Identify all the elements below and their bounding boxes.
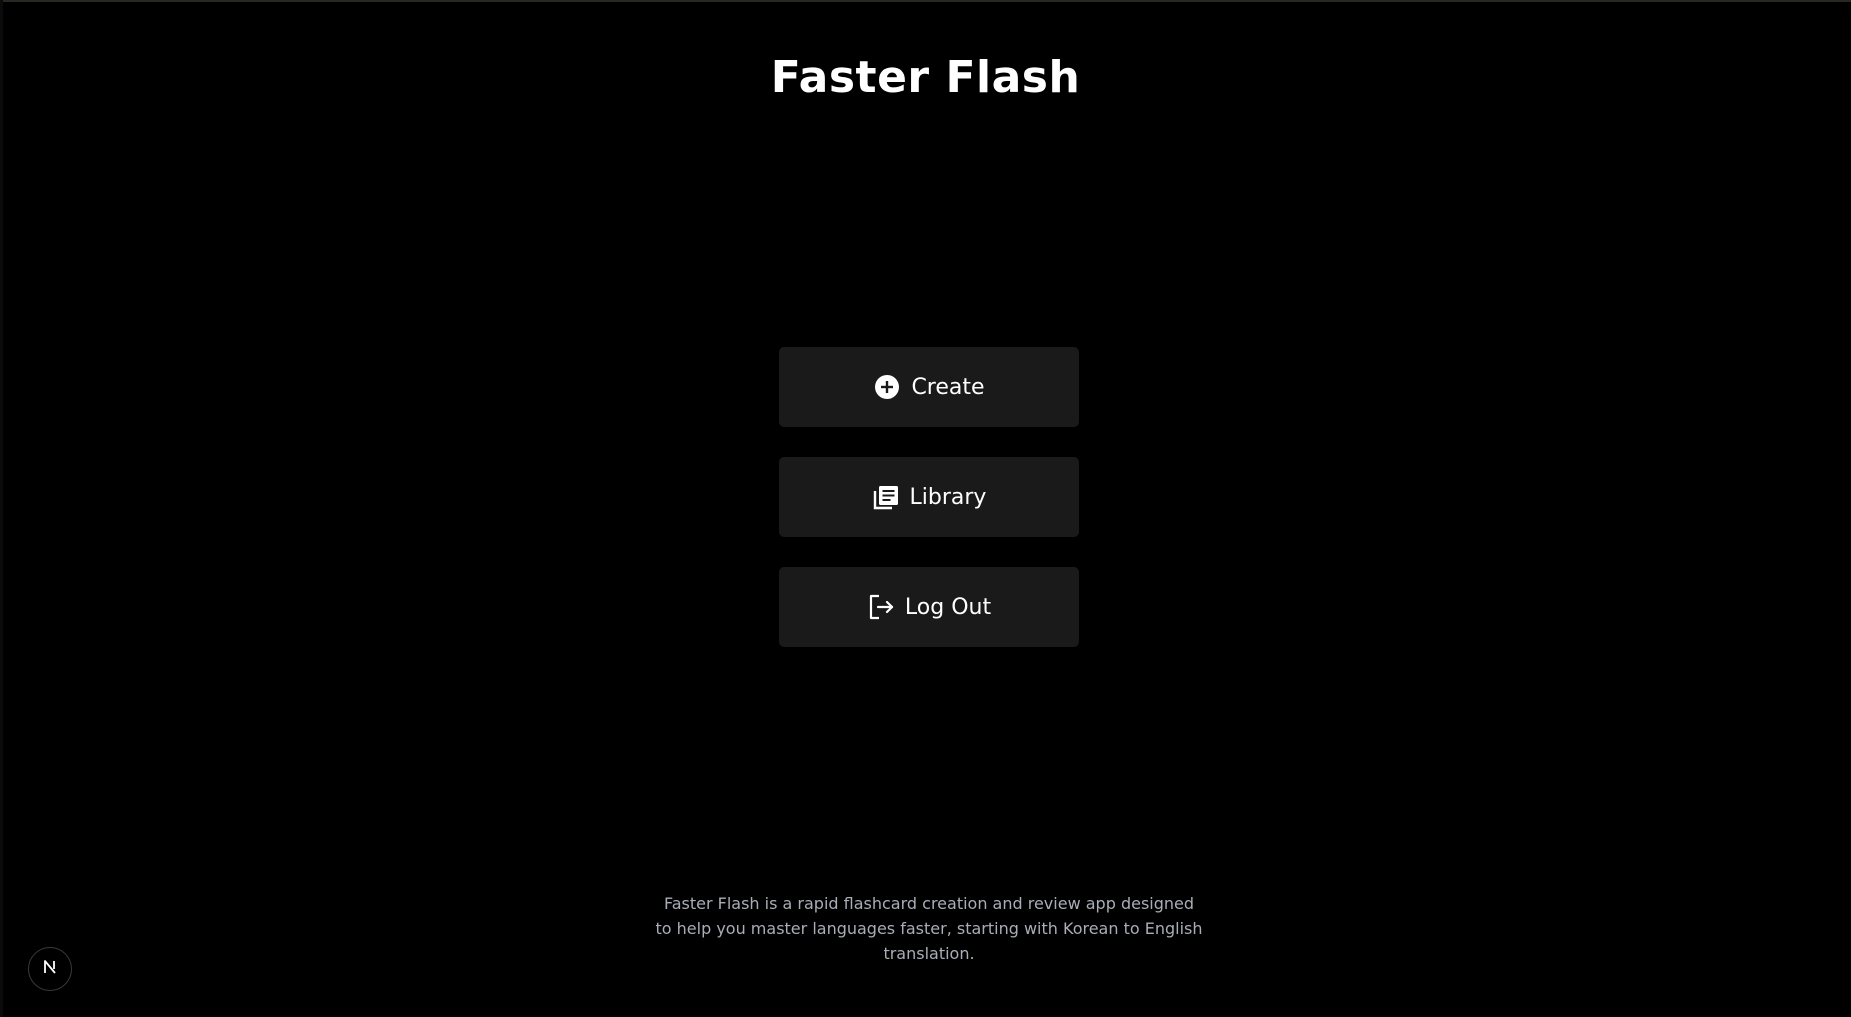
home-page: Faster Flash Create Library Log Out Fast… — [0, 0, 1851, 1017]
create-button[interactable]: Create — [779, 347, 1079, 427]
window-left-border — [0, 0, 3, 1017]
library-button[interactable]: Library — [779, 457, 1079, 537]
library-icon — [872, 483, 900, 511]
nextjs-logo-icon — [41, 958, 59, 980]
nextjs-dev-indicator[interactable] — [28, 947, 72, 991]
page-title: Faster Flash — [770, 52, 1081, 103]
window-top-border — [0, 0, 1851, 2]
main-menu: Create Library Log Out — [779, 347, 1079, 677]
create-button-label: Create — [911, 374, 985, 400]
plus-circle-icon — [873, 373, 901, 401]
logout-icon — [867, 593, 895, 621]
logout-button-label: Log Out — [904, 594, 992, 620]
logout-button[interactable]: Log Out — [779, 567, 1079, 647]
library-button-label: Library — [909, 484, 987, 510]
app-description: Faster Flash is a rapid flashcard creati… — [655, 894, 1203, 963]
